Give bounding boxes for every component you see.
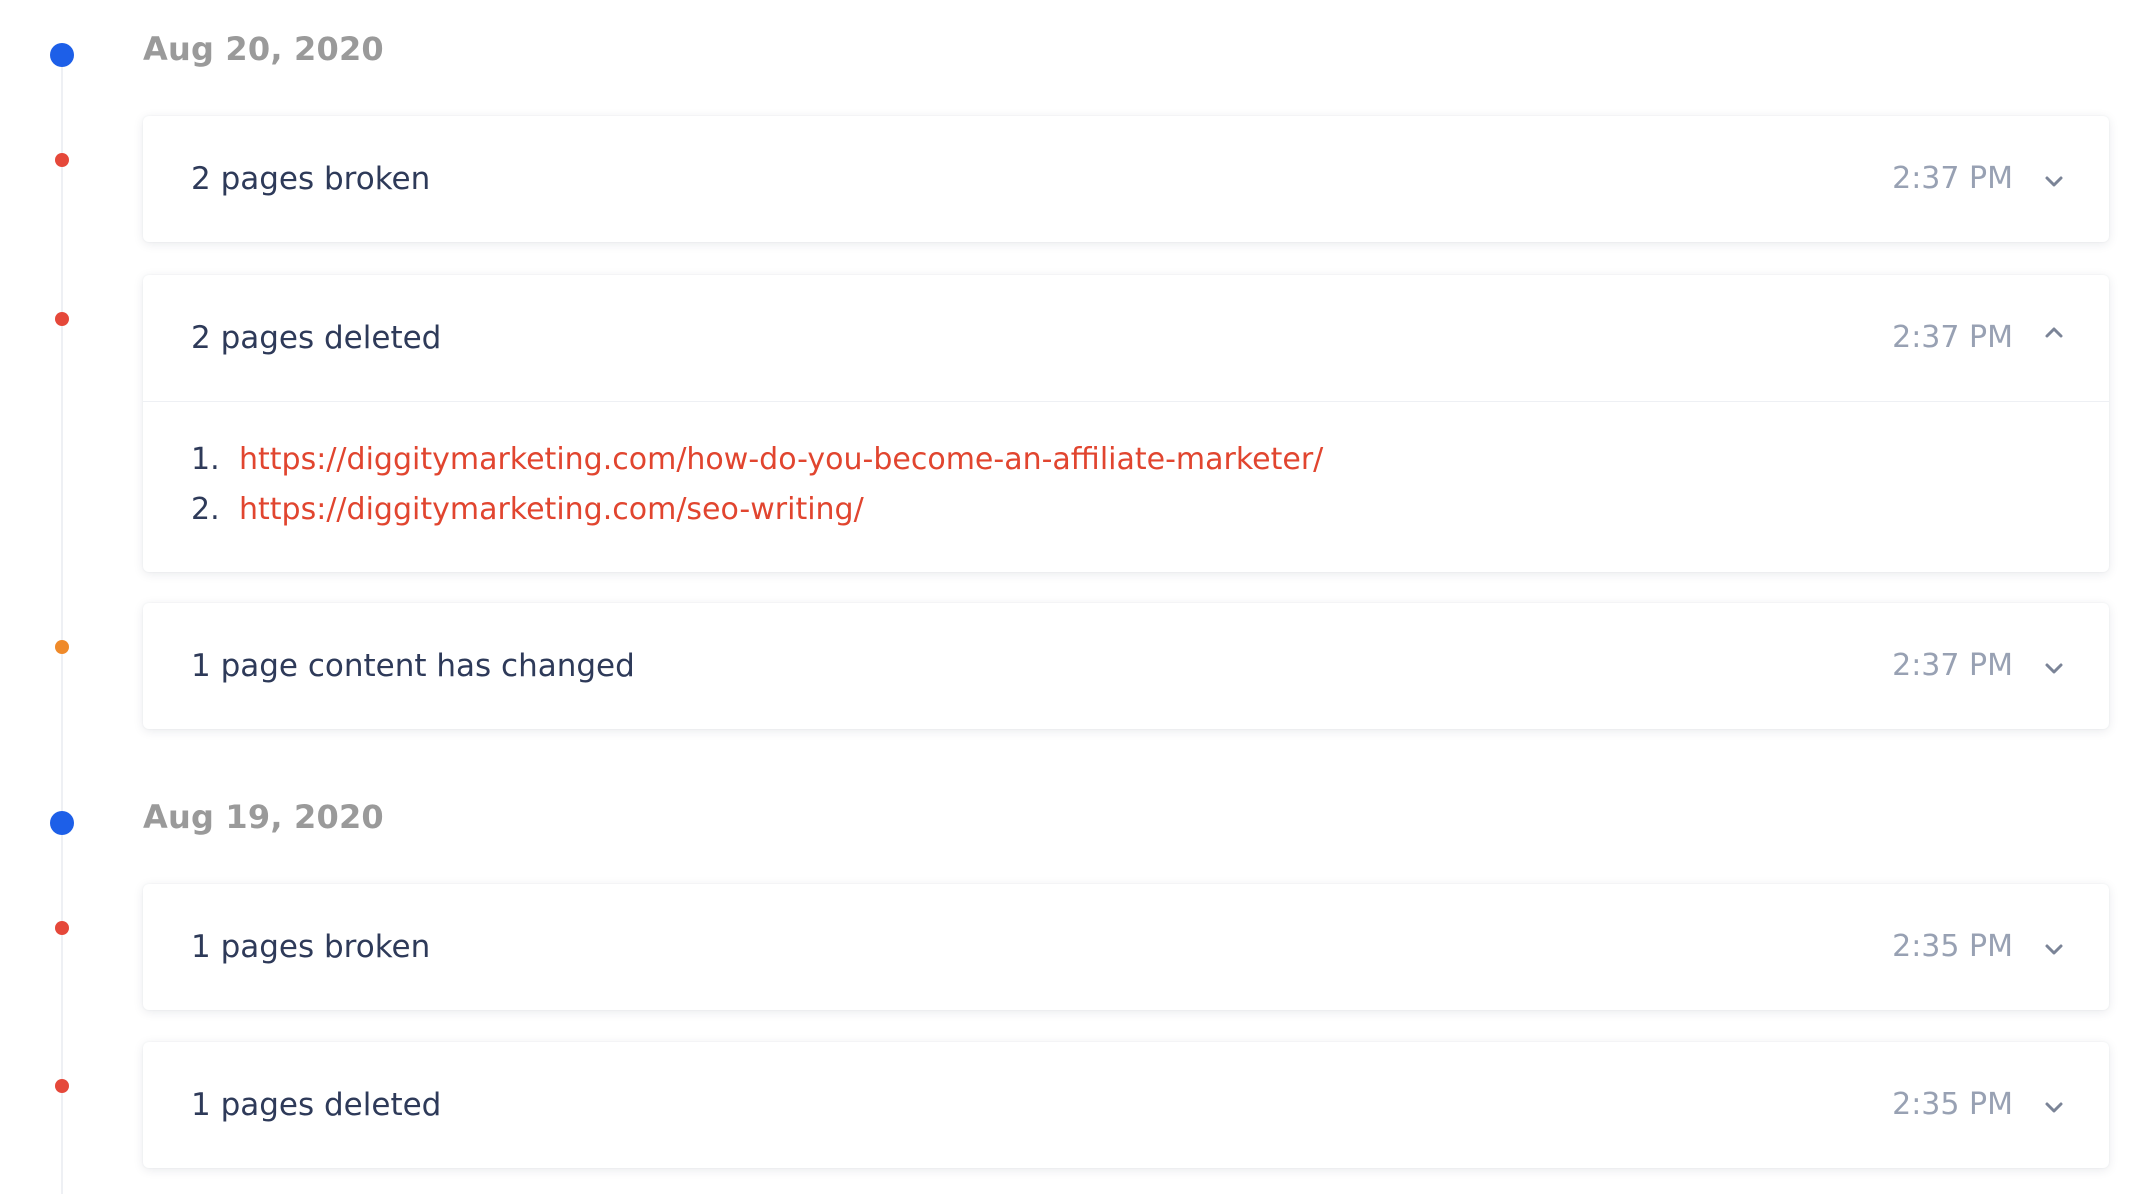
event-time: 2:37 PM <box>1892 648 2013 683</box>
chevron-down-icon[interactable] <box>2039 1092 2069 1122</box>
chevron-down-icon[interactable] <box>2039 934 2069 964</box>
event-card[interactable]: 1 page content has changed 2:37 PM <box>143 603 2109 729</box>
deleted-url-list: 1. https://diggitymarketing.com/how-do-y… <box>191 442 2061 542</box>
event-card[interactable]: 1 pages broken 2:35 PM <box>143 884 2109 1010</box>
list-item-number: 2. <box>191 492 220 527</box>
event-time: 2:37 PM <box>1892 161 2013 196</box>
event-card-header[interactable]: 2 pages broken 2:37 PM <box>143 116 2109 242</box>
chevron-up-icon[interactable] <box>2039 318 2069 348</box>
list-item-number: 1. <box>191 442 220 477</box>
date-marker-dot <box>50 811 74 835</box>
event-time: 2:35 PM <box>1892 929 2013 964</box>
event-card[interactable]: 1 pages deleted 2:35 PM <box>143 1042 2109 1168</box>
deleted-page-link[interactable]: https://diggitymarketing.com/how-do-you-… <box>239 442 1323 477</box>
list-item: 2. https://diggitymarketing.com/seo-writ… <box>191 492 2061 542</box>
date-marker-dot <box>50 43 74 67</box>
status-dot-deleted <box>55 1079 69 1093</box>
timeline-line <box>61 55 63 1194</box>
event-card[interactable]: 2 pages broken 2:37 PM <box>143 116 2109 242</box>
list-item: 1. https://diggitymarketing.com/how-do-y… <box>191 442 2061 492</box>
event-card-expanded[interactable]: 2 pages deleted 2:37 PM 1. https://diggi… <box>143 275 2109 572</box>
status-dot-broken <box>55 153 69 167</box>
deleted-page-link[interactable]: https://diggitymarketing.com/seo-writing… <box>239 492 864 527</box>
event-title: 1 pages broken <box>191 929 431 965</box>
event-card-header[interactable]: 1 pages broken 2:35 PM <box>143 884 2109 1010</box>
chevron-down-icon[interactable] <box>2039 166 2069 196</box>
status-dot-changed <box>55 640 69 654</box>
chevron-down-icon[interactable] <box>2039 653 2069 683</box>
date-heading: Aug 20, 2020 <box>143 30 384 68</box>
event-card-header[interactable]: 1 page content has changed 2:37 PM <box>143 603 2109 729</box>
event-title: 2 pages deleted <box>191 320 442 356</box>
status-dot-broken <box>55 921 69 935</box>
date-heading: Aug 19, 2020 <box>143 798 384 836</box>
timeline-panel: Aug 20, 2020 2 pages broken 2:37 PM 2 pa… <box>0 0 2136 1194</box>
event-title: 2 pages broken <box>191 161 431 197</box>
event-title: 1 page content has changed <box>191 648 635 684</box>
status-dot-deleted <box>55 312 69 326</box>
event-title: 1 pages deleted <box>191 1087 442 1123</box>
event-time: 2:37 PM <box>1892 320 2013 355</box>
event-card-body: 1. https://diggitymarketing.com/how-do-y… <box>143 401 2109 572</box>
event-time: 2:35 PM <box>1892 1087 2013 1122</box>
event-card-header[interactable]: 2 pages deleted 2:37 PM <box>143 275 2109 401</box>
event-card-header[interactable]: 1 pages deleted 2:35 PM <box>143 1042 2109 1168</box>
